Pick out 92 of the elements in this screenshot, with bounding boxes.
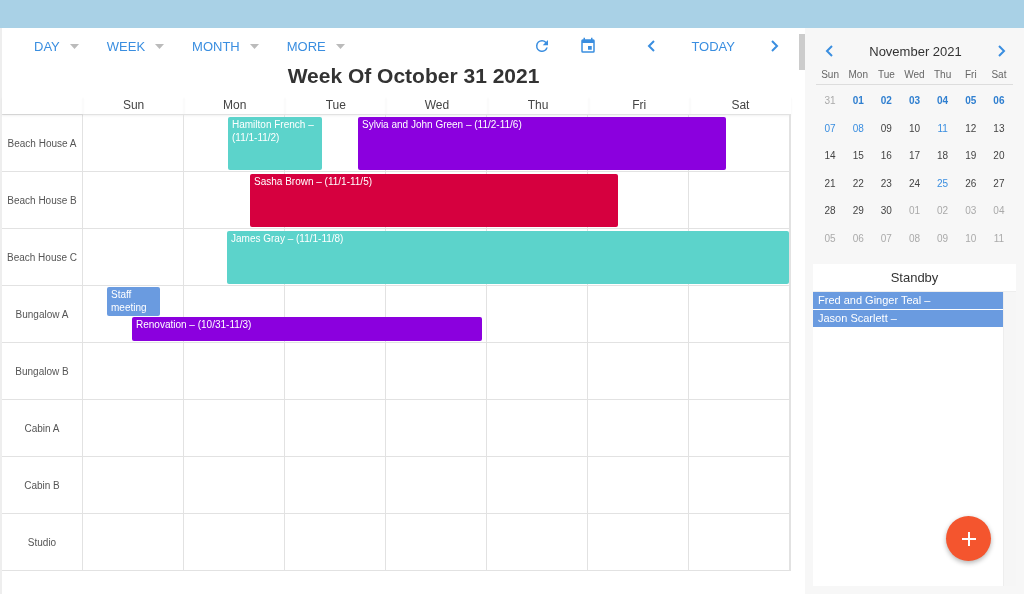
caret-icon: [155, 43, 165, 49]
resource-label: Bungalow B: [2, 343, 83, 400]
resource-label: Bungalow A: [2, 286, 83, 343]
calendar-day[interactable]: 11: [928, 114, 957, 142]
calendar-day[interactable]: 21: [816, 169, 845, 197]
calendar-day[interactable]: 08: [900, 224, 929, 252]
calendar-day[interactable]: 02: [928, 197, 957, 225]
calendar-day[interactable]: 09: [928, 224, 957, 252]
standby-item[interactable]: Fred and Ginger Teal –: [813, 292, 1003, 310]
event-block[interactable]: Renovation – (10/31-11/3): [132, 317, 482, 341]
chevron-right-icon: [771, 40, 779, 52]
calendar-day[interactable]: 20: [984, 142, 1013, 170]
calendar-day[interactable]: 01: [900, 197, 929, 225]
calendar-day[interactable]: 15: [844, 142, 873, 170]
calendar-day[interactable]: 24: [900, 169, 929, 197]
view-tab[interactable]: MORE: [276, 34, 355, 58]
resource-label: Beach House C: [2, 229, 83, 286]
day-header: Thu: [487, 96, 589, 114]
next-button[interactable]: [769, 38, 781, 54]
calendar-day[interactable]: 10: [956, 224, 985, 252]
chevron-left-icon: [647, 40, 656, 52]
day-header: Sat: [689, 96, 791, 114]
caret-icon: [335, 43, 345, 49]
calendar-day[interactable]: 23: [872, 169, 901, 197]
view-tab[interactable]: WEEK: [96, 34, 175, 58]
calendar-day[interactable]: 03: [956, 197, 985, 225]
calendar-day[interactable]: 11: [984, 224, 1013, 252]
calendar-day[interactable]: 14: [816, 142, 845, 170]
schedule-grid[interactable]: Hamilton French – (11/1-11/2) Sylvia and John Green – (11/2-11/6) Sasha Brown – (11/1-11/5) James Gray – (11/1-11/8) Staff meeting Renovation – (10/31-11/3): [83, 114, 791, 571]
calendar-day[interactable]: 27: [984, 169, 1013, 197]
weekday-label: Wed: [900, 66, 929, 85]
weekday-label: Sun: [816, 66, 845, 85]
calendar-day[interactable]: 28: [816, 197, 845, 225]
calendar-day[interactable]: 02: [872, 87, 901, 115]
weekday-label: Thu: [928, 66, 957, 85]
calendar-day[interactable]: 04: [984, 197, 1013, 225]
calendar-day[interactable]: 05: [956, 87, 985, 115]
calendar-day[interactable]: 06: [844, 224, 873, 252]
day-header: Wed: [386, 96, 488, 114]
view-tab[interactable]: DAY: [24, 34, 89, 58]
chevron-right-icon[interactable]: [998, 45, 1006, 57]
weekday-label: Tue: [872, 66, 901, 85]
calendar-day[interactable]: 19: [956, 142, 985, 170]
view-tab[interactable]: MONTH: [182, 34, 269, 58]
calendar-day[interactable]: 12: [956, 114, 985, 142]
previous-button[interactable]: [645, 38, 658, 54]
calendar-day[interactable]: 06: [984, 87, 1013, 115]
calendar-day[interactable]: 31: [816, 87, 845, 115]
calendar-day[interactable]: 05: [816, 224, 845, 252]
event-block[interactable]: Sylvia and John Green – (11/2-11/6): [358, 117, 726, 170]
caret-icon: [69, 43, 79, 49]
calendar-day[interactable]: 18: [928, 142, 957, 170]
calendar-day[interactable]: 08: [844, 114, 873, 142]
calendar-day[interactable]: 26: [956, 169, 985, 197]
plus-icon: [960, 530, 977, 547]
event-block[interactable]: Staff meeting: [107, 287, 160, 316]
calendar-day[interactable]: 16: [872, 142, 901, 170]
weekday-label: Sat: [984, 66, 1013, 85]
weekday-label: Mon: [844, 66, 873, 85]
resource-label: Cabin A: [2, 400, 83, 457]
caret-icon: [249, 43, 259, 49]
resource-label: Cabin B: [2, 457, 83, 514]
calendar-day[interactable]: 25: [928, 169, 957, 197]
day-header: Fri: [588, 96, 690, 114]
day-header: Sun: [83, 96, 185, 114]
calendar-day[interactable]: 29: [844, 197, 873, 225]
day-header: Mon: [184, 96, 286, 114]
calendar-day[interactable]: 03: [900, 87, 929, 115]
add-button[interactable]: [946, 516, 991, 561]
today-button[interactable]: TODAY: [683, 34, 743, 58]
month-label: November 2021: [869, 43, 962, 59]
resource-label: Studio: [2, 514, 83, 571]
scrollbar-thumb[interactable]: [799, 34, 805, 70]
calendar-day[interactable]: 22: [844, 169, 873, 197]
calendar-day[interactable]: 30: [872, 197, 901, 225]
resource-label: Beach House A: [2, 114, 83, 172]
event-block[interactable]: Sasha Brown – (11/1-11/5): [250, 174, 618, 227]
calendar-icon: [579, 37, 598, 55]
standby-item[interactable]: Jason Scarlett –: [813, 310, 1003, 328]
calendar-day[interactable]: 10: [900, 114, 929, 142]
calendar-day[interactable]: 09: [872, 114, 901, 142]
calendar-day[interactable]: 07: [816, 114, 845, 142]
calendar-day[interactable]: 13: [984, 114, 1013, 142]
resource-label: Beach House B: [2, 172, 83, 229]
weekday-label: Fri: [956, 66, 985, 85]
calendar-day[interactable]: 17: [900, 142, 929, 170]
chevron-left-icon[interactable]: [825, 45, 833, 57]
calendar-day[interactable]: 01: [844, 87, 873, 115]
calendar-day[interactable]: 07: [872, 224, 901, 252]
day-header: Tue: [285, 96, 387, 114]
calendar-day[interactable]: 04: [928, 87, 957, 115]
week-title: Week Of October 31 2021: [286, 64, 541, 89]
